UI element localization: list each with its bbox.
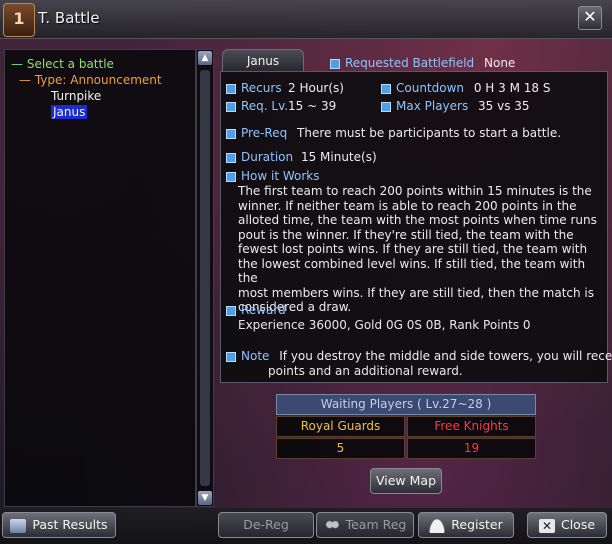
register-button[interactable]: Register bbox=[418, 512, 514, 538]
past-results-label: Past Results bbox=[32, 517, 108, 532]
countdown-value: 0 H 3 M 18 S bbox=[473, 81, 551, 95]
how-line: alloted time, the team with the most poi… bbox=[238, 213, 597, 227]
bullet-icon bbox=[330, 58, 340, 69]
past-results-button[interactable]: Past Results bbox=[2, 512, 116, 538]
team-reg-label: Team Reg bbox=[345, 517, 407, 532]
bullet-icon bbox=[226, 101, 236, 112]
duration-label: Duration bbox=[241, 150, 294, 164]
maxplayers-value: 35 vs 35 bbox=[478, 99, 530, 113]
how-line: fewest lost points wins. If they are sti… bbox=[238, 242, 588, 256]
how-line: considered a draw. bbox=[238, 300, 352, 314]
close-x-button[interactable]: ✕ bbox=[578, 6, 602, 30]
tree-item-label-selected: Janus bbox=[51, 105, 88, 119]
reqlv-row: Req. Lv. 15 ~ 39 bbox=[226, 99, 336, 113]
requested-label: Requested Battlefield bbox=[345, 56, 475, 70]
tab-janus[interactable]: Janus bbox=[222, 49, 304, 72]
how-label: How it Works bbox=[241, 169, 320, 183]
scroll-up-icon[interactable]: ▲ bbox=[198, 51, 212, 65]
team-icon bbox=[323, 518, 340, 533]
tree-root-label: Select a battle bbox=[26, 57, 114, 71]
tree-item-turnpike[interactable]: Turnpike bbox=[11, 88, 162, 104]
reward-value: Experience 36000, Gold 0G 0S 0B, Rank Po… bbox=[238, 318, 531, 332]
battle-window: 1 T. Battle ✕ — Select a battle — Type: … bbox=[0, 0, 612, 544]
team-reg-button[interactable]: Team Reg bbox=[316, 512, 414, 538]
reward-row: Reward bbox=[226, 303, 286, 317]
how-line: the lowest combined level wins. If still… bbox=[238, 256, 586, 286]
view-map-button[interactable]: View Map bbox=[370, 468, 442, 494]
team2-name: Free Knights bbox=[407, 416, 536, 437]
bullet-icon bbox=[381, 83, 391, 94]
dereg-button[interactable]: De-Reg bbox=[218, 512, 314, 538]
team1-count: 5 bbox=[276, 438, 405, 459]
bullet-icon bbox=[226, 152, 236, 163]
battle-list-panel: — Select a battle — Type: Announcement T… bbox=[4, 49, 196, 507]
reqlv-label: Req. Lv. bbox=[241, 99, 289, 113]
duration-value: 15 Minute(s) bbox=[300, 150, 377, 164]
requested-battlefield: Requested Battlefield None bbox=[330, 56, 515, 70]
how-row: How it Works bbox=[226, 169, 320, 183]
bullet-icon bbox=[226, 305, 236, 316]
title-bar[interactable]: 1 T. Battle ✕ bbox=[0, 0, 612, 39]
waiting-players-header: Waiting Players ( Lv.27~28 ) bbox=[276, 394, 536, 415]
maxplayers-row: Max Players 35 vs 35 bbox=[381, 99, 530, 113]
person-icon bbox=[429, 518, 446, 533]
note-row: Note If you destroy the middle and side … bbox=[226, 349, 612, 363]
scroll-down-icon[interactable]: ▼ bbox=[198, 491, 212, 505]
tree-item-janus[interactable]: Janus bbox=[11, 104, 162, 120]
requested-value: None bbox=[484, 56, 516, 70]
note-line-1: If you destroy the middle and side tower… bbox=[279, 349, 612, 363]
book-icon bbox=[10, 518, 27, 533]
reqlv-value: 15 ~ 39 bbox=[288, 99, 337, 113]
close-icon: ✕ bbox=[538, 518, 555, 533]
recurs-row: Recurs 2 Hour(s) bbox=[226, 81, 344, 95]
recurs-value: 2 Hour(s) bbox=[288, 81, 344, 95]
note-label: Note bbox=[241, 349, 270, 363]
bullet-icon bbox=[226, 128, 236, 139]
team1-name: Royal Guards bbox=[276, 416, 405, 437]
prereq-label: Pre-Req bbox=[241, 126, 288, 140]
prereq-row: Pre-Req There must be participants to st… bbox=[226, 126, 561, 140]
battle-book-icon: 1 bbox=[3, 3, 35, 37]
note-line-2: points and an additional reward. bbox=[268, 364, 463, 378]
how-line: winner. If neither team is able to reach… bbox=[238, 198, 577, 213]
window-title: T. Battle bbox=[38, 9, 100, 27]
bullet-icon bbox=[226, 351, 236, 362]
scroll-thumb[interactable] bbox=[200, 70, 210, 486]
duration-row: Duration 15 Minute(s) bbox=[226, 150, 377, 164]
team2-count: 19 bbox=[407, 438, 536, 459]
how-description: The first team to reach 200 points withi… bbox=[238, 184, 598, 315]
recurs-label: Recurs bbox=[241, 81, 282, 95]
maxplayers-label: Max Players bbox=[396, 99, 469, 113]
tree-item-label: Turnpike bbox=[51, 89, 102, 103]
close-button[interactable]: ✕ Close bbox=[527, 512, 607, 538]
reward-label: Reward bbox=[241, 303, 286, 317]
countdown-row: Countdown 0 H 3 M 18 S bbox=[381, 81, 550, 95]
list-scrollbar[interactable]: ▲ ▼ bbox=[196, 49, 214, 507]
battle-tree: — Select a battle — Type: Announcement T… bbox=[11, 56, 162, 120]
bullet-icon bbox=[226, 171, 236, 182]
how-line: most members wins. If they are still tie… bbox=[238, 285, 595, 300]
tree-root[interactable]: — Select a battle bbox=[11, 56, 162, 72]
prereq-value: There must be participants to start a ba… bbox=[297, 126, 562, 140]
tree-type-label: Type: Announcement bbox=[34, 73, 162, 87]
tree-type-node[interactable]: — Type: Announcement bbox=[11, 72, 162, 88]
how-line: pout is the winner. If they're still tie… bbox=[238, 227, 574, 242]
bullet-icon bbox=[226, 83, 236, 94]
how-line: The first team to reach 200 points withi… bbox=[238, 184, 592, 198]
countdown-label: Countdown bbox=[396, 81, 465, 95]
bullet-icon bbox=[381, 101, 391, 112]
register-label: Register bbox=[451, 517, 503, 532]
close-label: Close bbox=[560, 517, 596, 532]
